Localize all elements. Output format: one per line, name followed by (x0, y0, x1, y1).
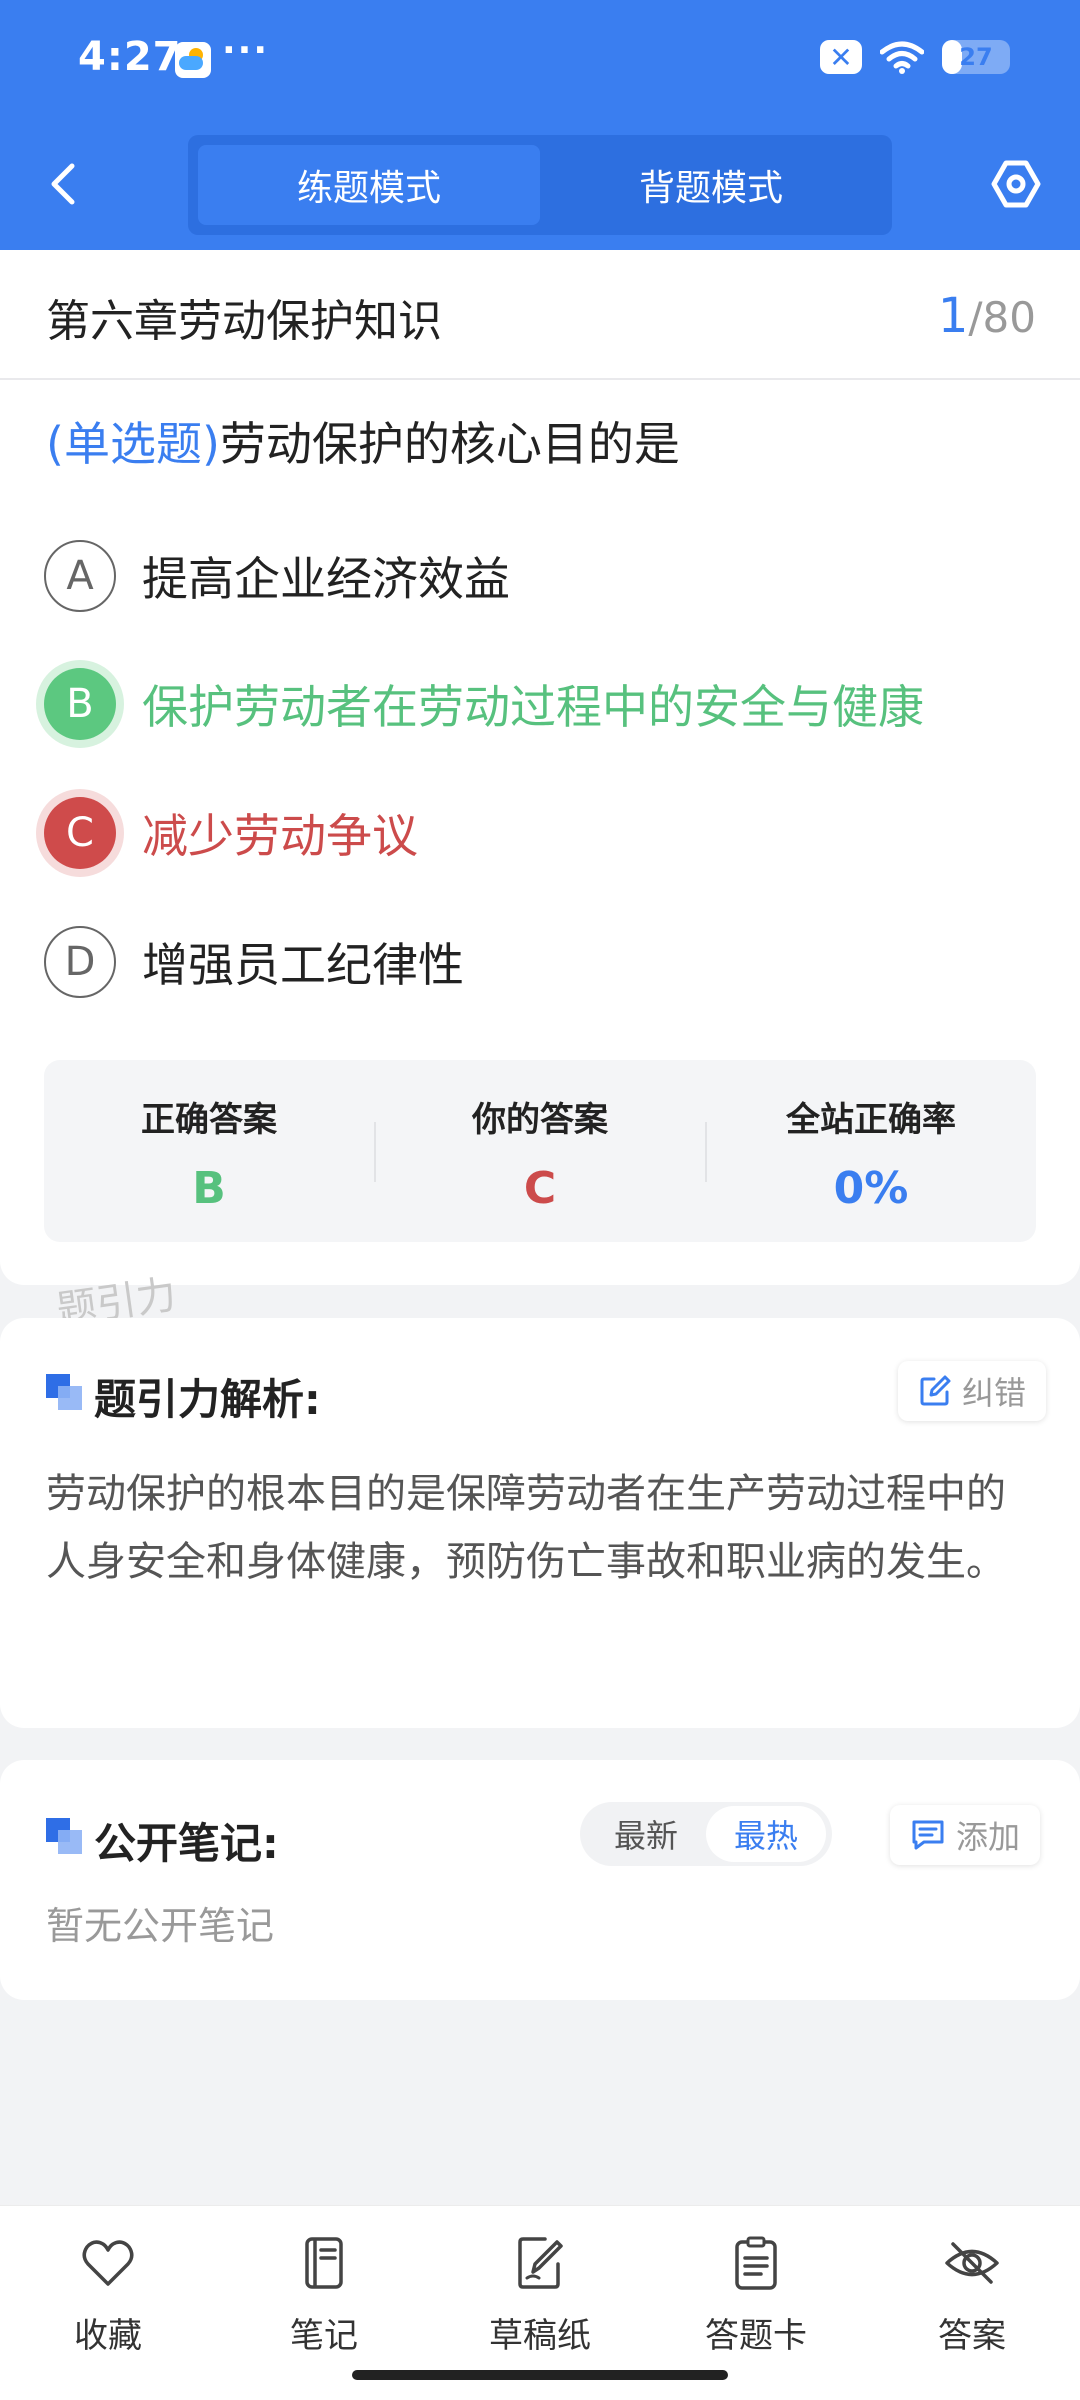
settings-hexagon-icon[interactable] (990, 158, 1042, 210)
sort-latest[interactable]: 最新 (586, 1806, 706, 1862)
back-arrow-icon[interactable] (44, 160, 84, 208)
comment-icon (912, 1820, 944, 1850)
nav-answer-card[interactable]: 答题卡 (666, 2234, 846, 2357)
report-error-label: 纠错 (962, 1374, 1027, 1412)
mode-switch: 练题模式 背题模式 (188, 135, 892, 235)
notes-card (0, 1760, 1080, 2000)
nav-label: 收藏 (74, 2316, 142, 2356)
current-question-number: 1 (937, 288, 969, 344)
nav-label: 答案 (938, 2316, 1006, 2356)
add-note-label: 添加 (956, 1818, 1021, 1856)
answer-card-icon (735, 2236, 777, 2290)
answer-stats-panel: 正确答案 B 你的答案 C 全站正确率 0% (44, 1060, 1036, 1242)
page: 4:27 ··· ✕ 27 练题模式 背题模式 第六章劳动保护知识 1/80 (… (0, 0, 1080, 2400)
empty-notes-text: 暂无公开笔记 (46, 1904, 275, 1948)
question-counter: 1/80 (938, 288, 1036, 344)
nav-draft[interactable]: 草稿纸 (450, 2234, 630, 2357)
status-time: 4:27 (78, 34, 182, 80)
option-text: 提高企业经济效益 (142, 552, 510, 606)
option-text: 保护劳动者在劳动过程中的安全与健康 (142, 680, 924, 734)
option-letter: D (44, 926, 116, 998)
accuracy-value: 0% (833, 1163, 909, 1214)
option-c[interactable]: C 减少劳动争议 (44, 793, 418, 873)
correct-answer-value: B (192, 1163, 226, 1214)
your-answer-label: 你的答案 (472, 1100, 608, 1140)
option-d[interactable]: D 增强员工纪律性 (44, 922, 464, 1002)
nav-label: 草稿纸 (489, 2316, 591, 2356)
edit-icon (920, 1375, 951, 1406)
accuracy-stat: 全站正确率 0% (706, 1060, 1036, 1242)
tab-memorize-mode[interactable]: 背题模式 (540, 145, 882, 225)
option-letter: C (44, 797, 116, 869)
question-text: 劳动保护的核心目的是 (219, 417, 680, 471)
question-type: (单选题) (46, 417, 220, 471)
battery-icon: 27 (942, 40, 1010, 74)
nav-notes[interactable]: 笔记 (234, 2234, 414, 2357)
total-questions: /80 (968, 293, 1036, 342)
wifi-icon (880, 41, 924, 74)
divider (0, 378, 1080, 380)
more-notifications-icon: ··· (222, 30, 270, 71)
nav-favorite[interactable]: 收藏 (18, 2234, 198, 2357)
notes-sort-toggle: 最新 最热 (580, 1802, 832, 1866)
notes-title: 公开笔记: (94, 1819, 279, 1868)
heart-icon (82, 2240, 134, 2286)
weather-icon (175, 42, 211, 78)
question-stem: (单选题)劳动保护的核心目的是 (46, 408, 680, 474)
section-squares-icon (46, 1818, 82, 1854)
nav-answer[interactable]: 答案 (882, 2234, 1062, 2357)
battery-level: 27 (959, 43, 993, 71)
status-bar: 4:27 ··· ✕ 27 (0, 0, 1080, 120)
option-a[interactable]: A 提高企业经济效益 (44, 536, 510, 616)
option-text: 减少劳动争议 (142, 809, 418, 863)
analysis-title: 题引力解析: (94, 1375, 321, 1424)
your-answer-stat: 你的答案 C (375, 1060, 705, 1242)
option-letter: A (44, 540, 116, 612)
option-letter: B (44, 668, 116, 740)
nav-label: 笔记 (290, 2316, 358, 2356)
option-b[interactable]: B 保护劳动者在劳动过程中的安全与健康 (44, 664, 924, 744)
report-error-button[interactable]: 纠错 (898, 1361, 1047, 1421)
notebook-icon (305, 2237, 343, 2289)
sort-hottest[interactable]: 最热 (706, 1806, 826, 1862)
correct-answer-label: 正确答案 (141, 1100, 277, 1140)
section-squares-icon (46, 1374, 82, 1410)
close-box-icon: ✕ (820, 40, 862, 74)
eye-off-icon (945, 2242, 999, 2284)
draft-icon (518, 2237, 563, 2289)
add-note-button[interactable]: 添加 (890, 1805, 1041, 1865)
your-answer-value: C (523, 1163, 557, 1214)
analysis-text: 劳动保护的根本目的是保障劳动者在生产劳动过程中的人身安全和身体健康，预防伤亡事故… (46, 1471, 1006, 1585)
correct-answer-stat: 正确答案 B (44, 1060, 374, 1242)
status-icons: ✕ 27 (820, 40, 1010, 74)
nav-label: 答题卡 (705, 2316, 807, 2356)
option-text: 增强员工纪律性 (142, 938, 464, 992)
chapter-title: 第六章劳动保护知识 (46, 296, 442, 347)
header: 4:27 ··· ✕ 27 练题模式 背题模式 (0, 0, 1080, 250)
home-indicator[interactable] (352, 2370, 728, 2380)
tab-practice-mode[interactable]: 练题模式 (198, 145, 540, 225)
accuracy-label: 全站正确率 (786, 1100, 956, 1140)
